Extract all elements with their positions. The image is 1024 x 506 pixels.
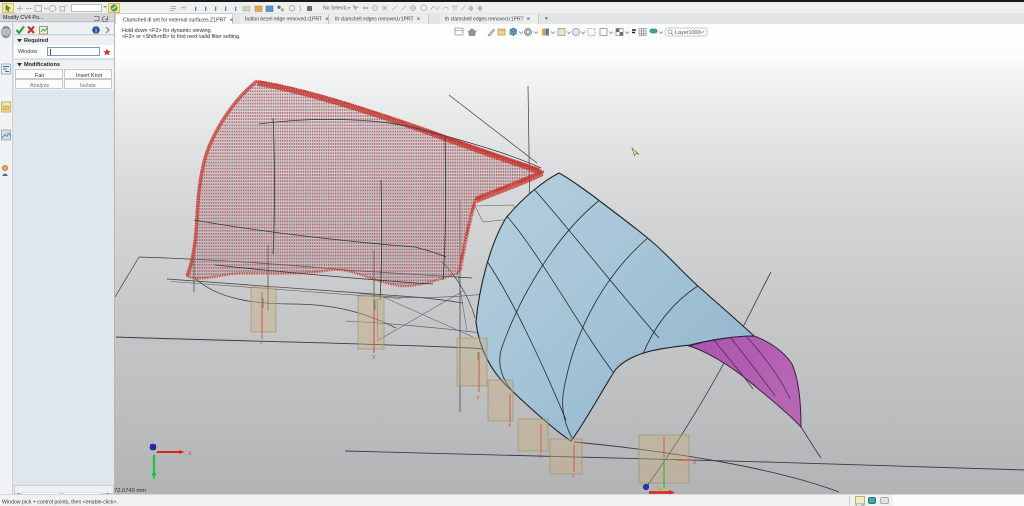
svg-text:Layer1000: Layer1000 [675, 30, 700, 36]
svg-text:i: i [95, 26, 97, 35]
svg-text:X: X [188, 451, 192, 457]
